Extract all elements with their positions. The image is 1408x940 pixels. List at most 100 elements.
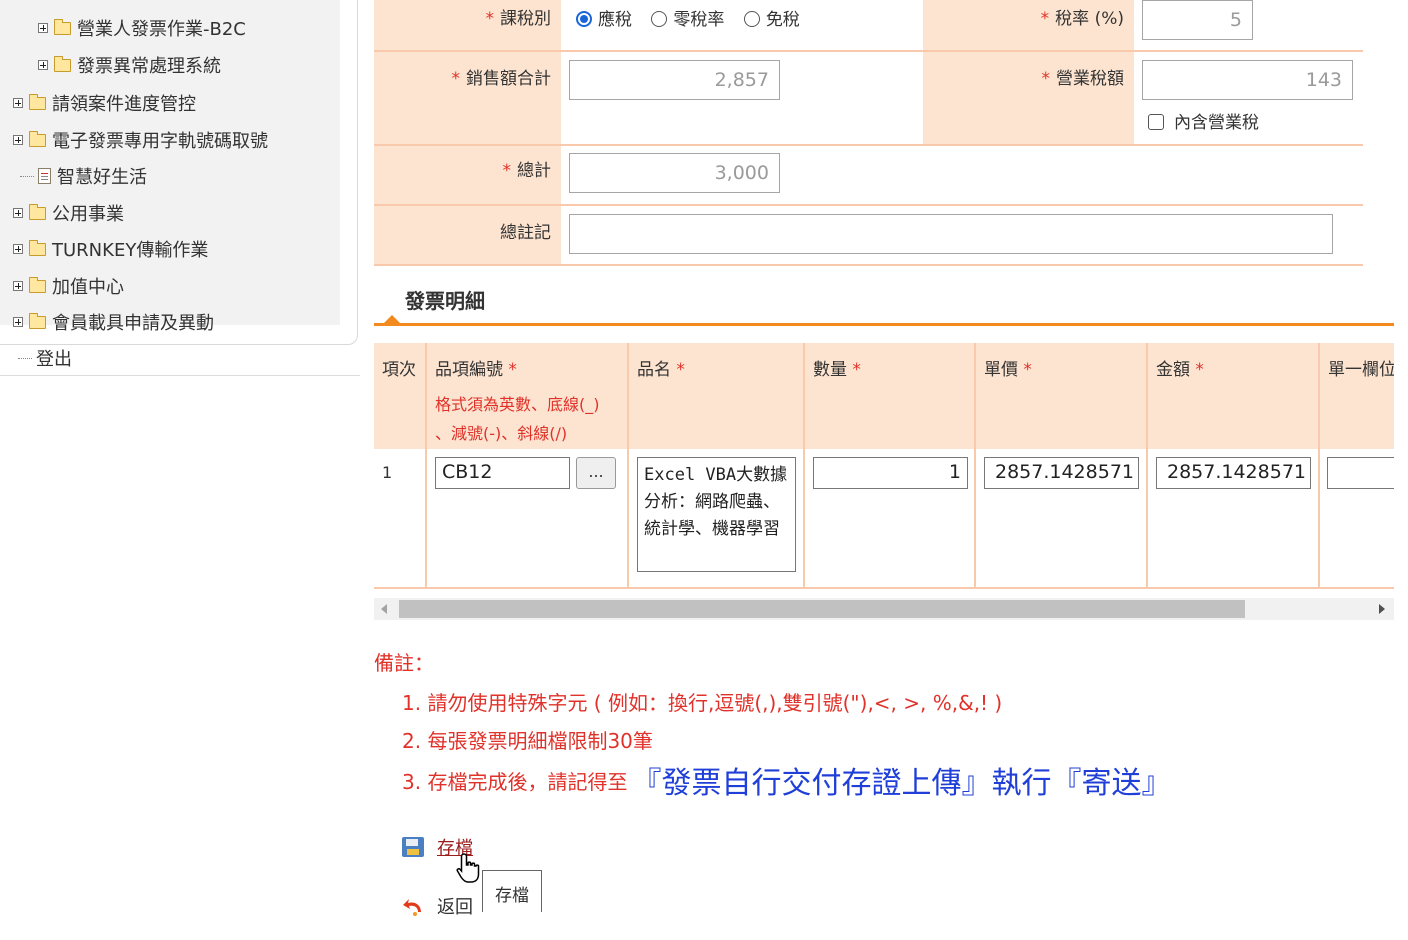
col-header-unit-price: 單價 * [976,343,1148,449]
folder-icon [29,239,46,256]
sidebar-tree: 營業人發票作業-B2C 發票異常處理系統 請領案件進度管控 電子發票專用字軌號碼… [0,0,358,345]
tree-item-utilities[interactable]: 公用事業 [13,201,124,225]
item-code-input[interactable]: CB12 [435,457,570,489]
remark-input[interactable] [569,214,1333,254]
back-arrow-icon[interactable] [402,897,424,919]
col-header-item-code: 品項編號 * 格式須為英數、底線(_) 、減號(-)、斜線(/) [427,343,629,449]
item-code-hint: 格式須為英數、底線(_) 、減號(-)、斜線(/) [435,395,600,443]
logout-link[interactable]: 登出 [18,346,72,370]
total-input[interactable]: 3,000 [569,153,780,193]
table-row-name: Excel VBA大數據分析：網路爬蟲、統計學、機器學習 [629,449,805,589]
qty-input[interactable]: 1 [813,457,968,489]
total-cell: 3,000 [561,146,1363,206]
folder-icon [29,203,46,220]
table-row-item-code: CB12 ... [427,449,629,589]
tree-item-label: 電子發票專用字軌號碼取號 [52,131,268,152]
scroll-left-icon[interactable] [381,604,387,614]
section-marker-icon [383,315,401,324]
table-row-amount: 2857.1428571 [1148,449,1320,589]
radio-selected-icon[interactable] [576,11,592,27]
folder-icon [29,130,46,147]
hand-cursor-icon [456,853,480,883]
remark-cell [561,206,1363,266]
tree-item-label: 營業人發票作業-B2C [77,19,246,40]
tree-item-label: TURNKEY傳輸作業 [52,240,209,261]
tree-item-label: 請領案件進度管控 [52,94,196,115]
scrollbar-thumb[interactable] [399,600,1245,618]
notes-title: 備註： [374,651,434,675]
tree-item-member-carrier[interactable]: 會員載具申請及異動 [13,310,214,334]
horizontal-scrollbar[interactable] [374,598,1394,620]
col-header-name: 品名 * [629,343,805,449]
remark-label: 總註記 [374,206,561,266]
expand-icon[interactable] [13,281,23,291]
expand-icon[interactable] [13,317,23,327]
sales-total-cell: 2,857 [561,52,923,146]
tax-type-options: 應稅 零稅率 免稅 [561,0,923,52]
sales-total-input[interactable]: 2,857 [569,60,780,100]
amount-input[interactable]: 2857.1428571 [1156,457,1311,489]
folder-icon [29,312,46,329]
tree-item-clipped [80,0,290,4]
expand-icon[interactable] [13,98,23,108]
business-tax-cell: 143 內含營業稅 [1134,52,1363,146]
col-header-qty: 數量 * [805,343,976,449]
note-item-1: 1. 請勿使用特殊字元 ( 例如：換行,逗號(,),雙引號("),<, >, %… [402,691,1003,715]
logout-label: 登出 [36,349,72,370]
folder-icon [29,93,46,110]
item-lookup-button[interactable]: ... [576,457,616,489]
checkbox-icon[interactable] [1148,114,1164,130]
save-disk-icon[interactable] [402,837,424,857]
tree-item-label: 公用事業 [52,204,124,225]
detail-section-title: 發票明細 [405,289,485,313]
tax-type-label: * 課稅別 [374,0,561,52]
business-tax-input[interactable]: 143 [1142,60,1353,100]
expand-icon[interactable] [38,60,48,70]
col-header-amount: 金額 * [1148,343,1320,449]
back-link[interactable]: 返回 [437,893,473,919]
table-row-index: 1 [374,449,427,589]
sales-total-label: * 銷售額合計 [374,52,561,146]
tree-item-smart-life[interactable]: 智慧好生活 [20,164,147,188]
tree-item-b2c[interactable]: 營業人發票作業-B2C [38,16,246,40]
tax-option-taxable[interactable]: 應稅 [576,10,632,30]
tree-connector [18,357,32,359]
expand-icon[interactable] [13,244,23,254]
tax-rate-input[interactable]: 5 [1142,0,1253,40]
unit-field-input[interactable] [1327,457,1394,489]
folder-icon [29,276,46,293]
detail-section-underline [374,323,1394,326]
note-item-2: 2. 每張發票明細檔限制30筆 [402,729,653,753]
unit-price-input[interactable]: 2857.1428571 [984,457,1139,489]
total-label: * 總計 [374,146,561,206]
tree-item-label: 會員載具申請及異動 [52,313,214,334]
tax-rate-cell: 5 [1134,0,1363,52]
sidebar-tree-panel: 營業人發票作業-B2C 發票異常處理系統 請領案件進度管控 電子發票專用字軌號碼… [0,0,340,334]
radio-icon[interactable] [651,11,668,27]
expand-icon[interactable] [38,23,48,33]
tax-included-option[interactable]: 內含營業稅 [1148,108,1259,133]
tree-item-track-number[interactable]: 電子發票專用字軌號碼取號 [13,128,268,152]
item-name-textarea[interactable]: Excel VBA大數據分析：網路爬蟲、統計學、機器學習 [637,457,796,572]
folder-icon [54,55,71,72]
tree-item-invoice-exception[interactable]: 發票異常處理系統 [38,53,221,77]
tax-option-exempt[interactable]: 免稅 [743,10,800,30]
tree-item-label: 智慧好生活 [57,167,147,188]
radio-icon[interactable] [743,11,760,27]
tree-connector [20,175,34,177]
tree-item-label: 加值中心 [52,277,124,298]
table-row-unit-field [1320,449,1394,589]
sidebar-divider [0,375,360,376]
col-header-index: 項次 [374,343,427,449]
tree-item-label: 發票異常處理系統 [77,56,221,77]
tree-item-turnkey[interactable]: TURNKEY傳輸作業 [13,237,208,261]
tree-item-case-progress[interactable]: 請領案件進度管控 [13,91,196,115]
scroll-right-icon[interactable] [1379,604,1385,614]
note-highlight: 『發票自行交付存證上傳』執行『寄送』 [631,766,1172,801]
expand-icon[interactable] [13,135,23,145]
document-icon [38,168,51,184]
business-tax-label: * 營業稅額 [923,52,1134,146]
expand-icon[interactable] [13,208,23,218]
tree-item-value-center[interactable]: 加值中心 [13,274,124,298]
tax-option-zero-rate[interactable]: 零稅率 [651,10,724,30]
